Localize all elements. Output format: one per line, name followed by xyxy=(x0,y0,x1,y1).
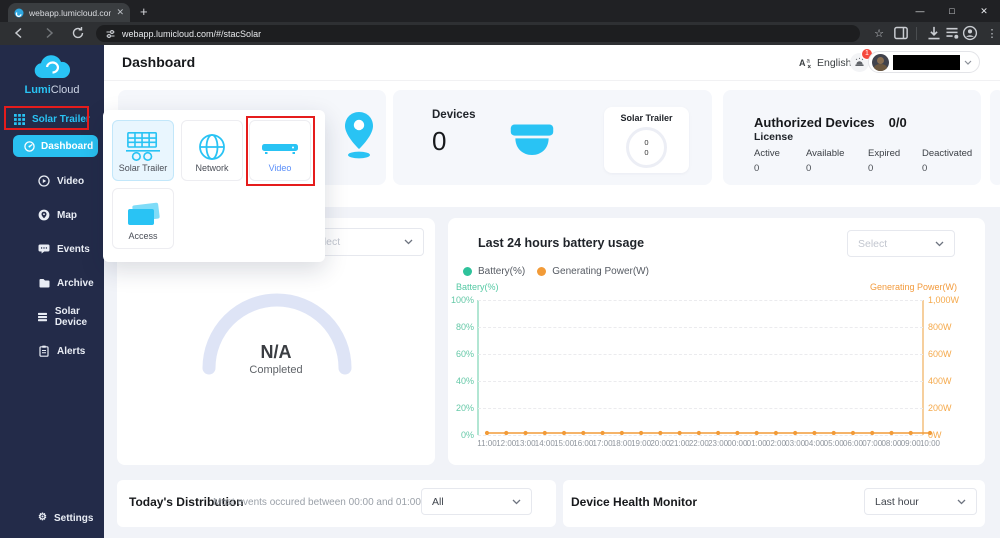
authorized-ratio: 0/0 xyxy=(888,115,907,130)
sidebar-item-settings[interactable]: ⚙ Settings xyxy=(38,510,93,526)
sidebar: LumiCloud Solar Trailer Dashboard Video … xyxy=(0,45,104,538)
brand-name: LumiCloud xyxy=(24,84,80,96)
map-icon xyxy=(38,209,50,221)
distribution-card: Today's Distribution Most events occured… xyxy=(117,480,556,527)
sidebar-item-label: Dashboard xyxy=(41,140,94,152)
device-health-select[interactable]: Last hour xyxy=(864,488,977,515)
chevron-down-icon xyxy=(957,499,966,504)
sidebar-item-archive[interactable]: Archive xyxy=(38,275,94,291)
battery-usage-card: Last 24 hours battery usage Select Batte… xyxy=(448,218,985,465)
gear-icon: ⚙ xyxy=(38,512,47,523)
series-layer xyxy=(484,430,933,436)
username-redacted xyxy=(893,54,960,70)
partial-card-edge xyxy=(990,90,1000,185)
solar-trailer-mini-card: Solar Trailer 0 0 xyxy=(604,107,689,173)
list-icon xyxy=(38,312,48,322)
clipboard-icon xyxy=(39,345,49,357)
window-maximize-icon[interactable]: □ xyxy=(936,0,968,22)
lumicloud-logo-icon xyxy=(34,55,71,78)
gauge-value: N/A xyxy=(260,342,292,362)
address-bar[interactable]: webapp.lumicloud.com/#/stacSolar xyxy=(96,25,860,42)
annotation-box-solar-trailer xyxy=(4,106,89,130)
device-health-title: Device Health Monitor xyxy=(571,495,698,509)
dome-camera-icon xyxy=(510,124,554,155)
window-minimize-icon[interactable]: — xyxy=(904,0,936,22)
svg-text:a: a xyxy=(807,59,811,65)
popup-tile-network[interactable]: Network xyxy=(181,120,243,181)
new-tab-icon[interactable]: + xyxy=(140,4,148,19)
stat-available: Available 0 xyxy=(806,148,845,174)
language-label: English xyxy=(817,56,852,69)
url-text[interactable]: webapp.lumicloud.com/#/stacSolar xyxy=(122,29,261,39)
tab-close-icon[interactable]: ✕ xyxy=(116,8,124,17)
sidebar-item-video[interactable]: Video xyxy=(38,173,84,189)
license-label: License xyxy=(754,131,794,143)
sidebar-item-map[interactable]: Map xyxy=(38,207,77,223)
network-globe-icon xyxy=(199,134,225,160)
stat-expired: Expired 0 xyxy=(868,148,901,174)
gauge-caption: Completed xyxy=(249,364,303,376)
device-health-card: Device Health Monitor Last hour xyxy=(563,480,985,527)
avatar xyxy=(872,53,889,71)
chevron-down-icon xyxy=(512,499,521,504)
back-icon[interactable] xyxy=(12,26,26,40)
sidebar-item-events[interactable]: Events xyxy=(38,241,90,257)
folder-icon xyxy=(39,279,50,288)
toolbar-separator xyxy=(916,27,917,40)
side-panel-icon[interactable] xyxy=(893,25,909,41)
download-icon[interactable] xyxy=(926,25,942,41)
location-pin-icon xyxy=(345,112,373,159)
browser-tab[interactable]: webapp.lumicloud.com/#/stac ✕ xyxy=(8,3,130,22)
sidebar-item-alerts[interactable]: Alerts xyxy=(38,343,85,359)
profile-icon[interactable] xyxy=(962,25,978,41)
page-title: Dashboard xyxy=(122,54,196,70)
authorized-devices-card: Authorized Devices 0/0 License Active 0 … xyxy=(723,90,981,185)
dashboard-icon xyxy=(24,140,35,152)
access-icon xyxy=(128,202,160,225)
video-icon xyxy=(38,175,50,187)
annotation-box-video xyxy=(246,116,315,186)
solar-trailer-mini-title: Solar Trailer xyxy=(620,113,673,123)
forward-icon[interactable] xyxy=(42,26,56,40)
window-controls: — □ ✕ xyxy=(904,0,1000,22)
browser-tab-strip: webapp.lumicloud.com/#/stac ✕ + — □ ✕ xyxy=(0,0,1000,22)
user-menu[interactable] xyxy=(868,51,980,73)
tab-title: webapp.lumicloud.com/#/stac xyxy=(29,7,111,18)
window-close-icon[interactable]: ✕ xyxy=(968,0,1000,22)
devices-value: 0 xyxy=(432,126,447,156)
screen: webapp.lumicloud.com/#/stac ✕ + — □ ✕ we… xyxy=(0,0,1000,538)
devices-card: Devices 0 Solar Trailer 0 0 xyxy=(393,90,712,185)
plot-area: 100% 1,000W 80% 800W 60% 600W 40% 400W 20% 200W 0%… xyxy=(448,218,985,465)
bookmark-star-icon[interactable]: ☆ xyxy=(871,25,887,41)
popup-tile-solar-trailer[interactable]: Solar Trailer xyxy=(112,120,174,181)
chevron-down-icon xyxy=(964,60,972,65)
distribution-select[interactable]: All xyxy=(421,488,532,515)
language-switcher[interactable]: Aa English xyxy=(799,56,851,69)
site-settings-icon[interactable] xyxy=(106,29,115,39)
translate-icon: Aa xyxy=(799,58,811,69)
devices-label: Devices xyxy=(432,109,476,121)
solar-trailer-icon xyxy=(126,132,160,162)
favicon-lumicloud xyxy=(14,8,24,17)
browser-menu-icon[interactable]: ⋮ xyxy=(984,25,1000,41)
sidebar-item-dashboard[interactable]: Dashboard xyxy=(13,135,98,157)
sidebar-item-solar-device[interactable]: Solar Device xyxy=(38,306,104,328)
reading-list-icon[interactable] xyxy=(944,25,960,41)
stat-deactivated: Deactivated 0 xyxy=(922,148,973,174)
chat-bubble-icon xyxy=(38,244,50,254)
reload-icon[interactable] xyxy=(71,26,85,40)
popup-tile-access[interactable]: Access xyxy=(112,188,174,249)
stat-active: Active 0 xyxy=(754,148,780,174)
solar-trailer-ring: 0 0 xyxy=(626,127,667,168)
authorized-title: Authorized Devices 0/0 xyxy=(754,115,907,130)
svg-text:A: A xyxy=(799,58,806,68)
